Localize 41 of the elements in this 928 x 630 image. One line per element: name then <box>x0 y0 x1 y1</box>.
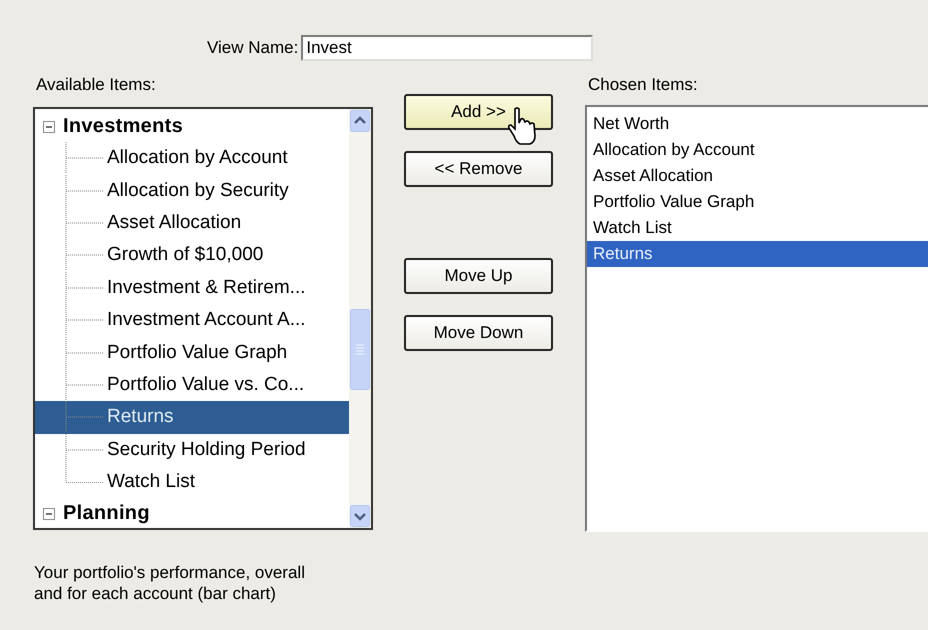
action-button[interactable]: Move Down <box>404 315 553 351</box>
scrollbar-thumb[interactable] <box>350 309 370 390</box>
tree-line <box>65 272 105 304</box>
tree-line <box>65 142 105 174</box>
collapse-icon[interactable] <box>43 120 55 132</box>
collapse-icon[interactable] <box>43 508 55 520</box>
tree-line <box>65 304 105 336</box>
list-item[interactable]: Allocation by Account <box>587 137 928 163</box>
list-item[interactable]: Asset Allocation <box>587 163 928 189</box>
scroll-up-button[interactable] <box>350 110 370 132</box>
tree-line <box>65 401 105 434</box>
tree-item[interactable]: Allocation by Account <box>35 142 349 174</box>
tree-item[interactable]: Investment & Retirem... <box>35 272 349 304</box>
list-item[interactable]: Returns <box>587 241 928 267</box>
tree-line <box>65 368 105 401</box>
list-item[interactable]: Net Worth <box>587 111 928 137</box>
tree-item[interactable]: Security Holding Period <box>35 434 349 466</box>
tree-line <box>65 174 105 207</box>
tree-item[interactable]: Portfolio Value Graph <box>35 336 349 369</box>
tree-group-label[interactable]: Planning <box>63 502 150 526</box>
tree-item[interactable]: Growth of $10,000 <box>35 239 349 272</box>
tree-group-label[interactable]: Investments <box>63 115 184 138</box>
scroll-down-button[interactable] <box>350 505 370 527</box>
chosen-items-label: Chosen Items: <box>588 75 699 95</box>
tree-item[interactable]: Watch List <box>35 466 349 498</box>
tree-item[interactable]: Allocation by Security <box>35 174 349 207</box>
tree-item[interactable]: Investment Account A... <box>35 304 349 336</box>
action-button[interactable]: Move Up <box>404 258 553 294</box>
tree-line <box>65 336 105 369</box>
available-items-label: Available Items: <box>36 75 157 95</box>
tree-item[interactable]: Returns <box>35 401 349 434</box>
tree-item[interactable]: Asset Allocation <box>35 206 349 240</box>
tree-line <box>65 239 105 272</box>
tree-line <box>65 206 105 239</box>
view-name-label: View Name: <box>207 38 298 58</box>
list-item[interactable]: Portfolio Value Graph <box>587 189 928 215</box>
item-description: Your portfolio's performance, overall and for each account (bar chart) <box>34 562 306 604</box>
list-item[interactable]: Watch List <box>587 215 928 241</box>
action-button[interactable]: << Remove <box>404 151 553 187</box>
view-name-field[interactable]: Invest <box>301 35 594 61</box>
tree-item[interactable]: Portfolio Value vs. Co... <box>35 368 349 402</box>
